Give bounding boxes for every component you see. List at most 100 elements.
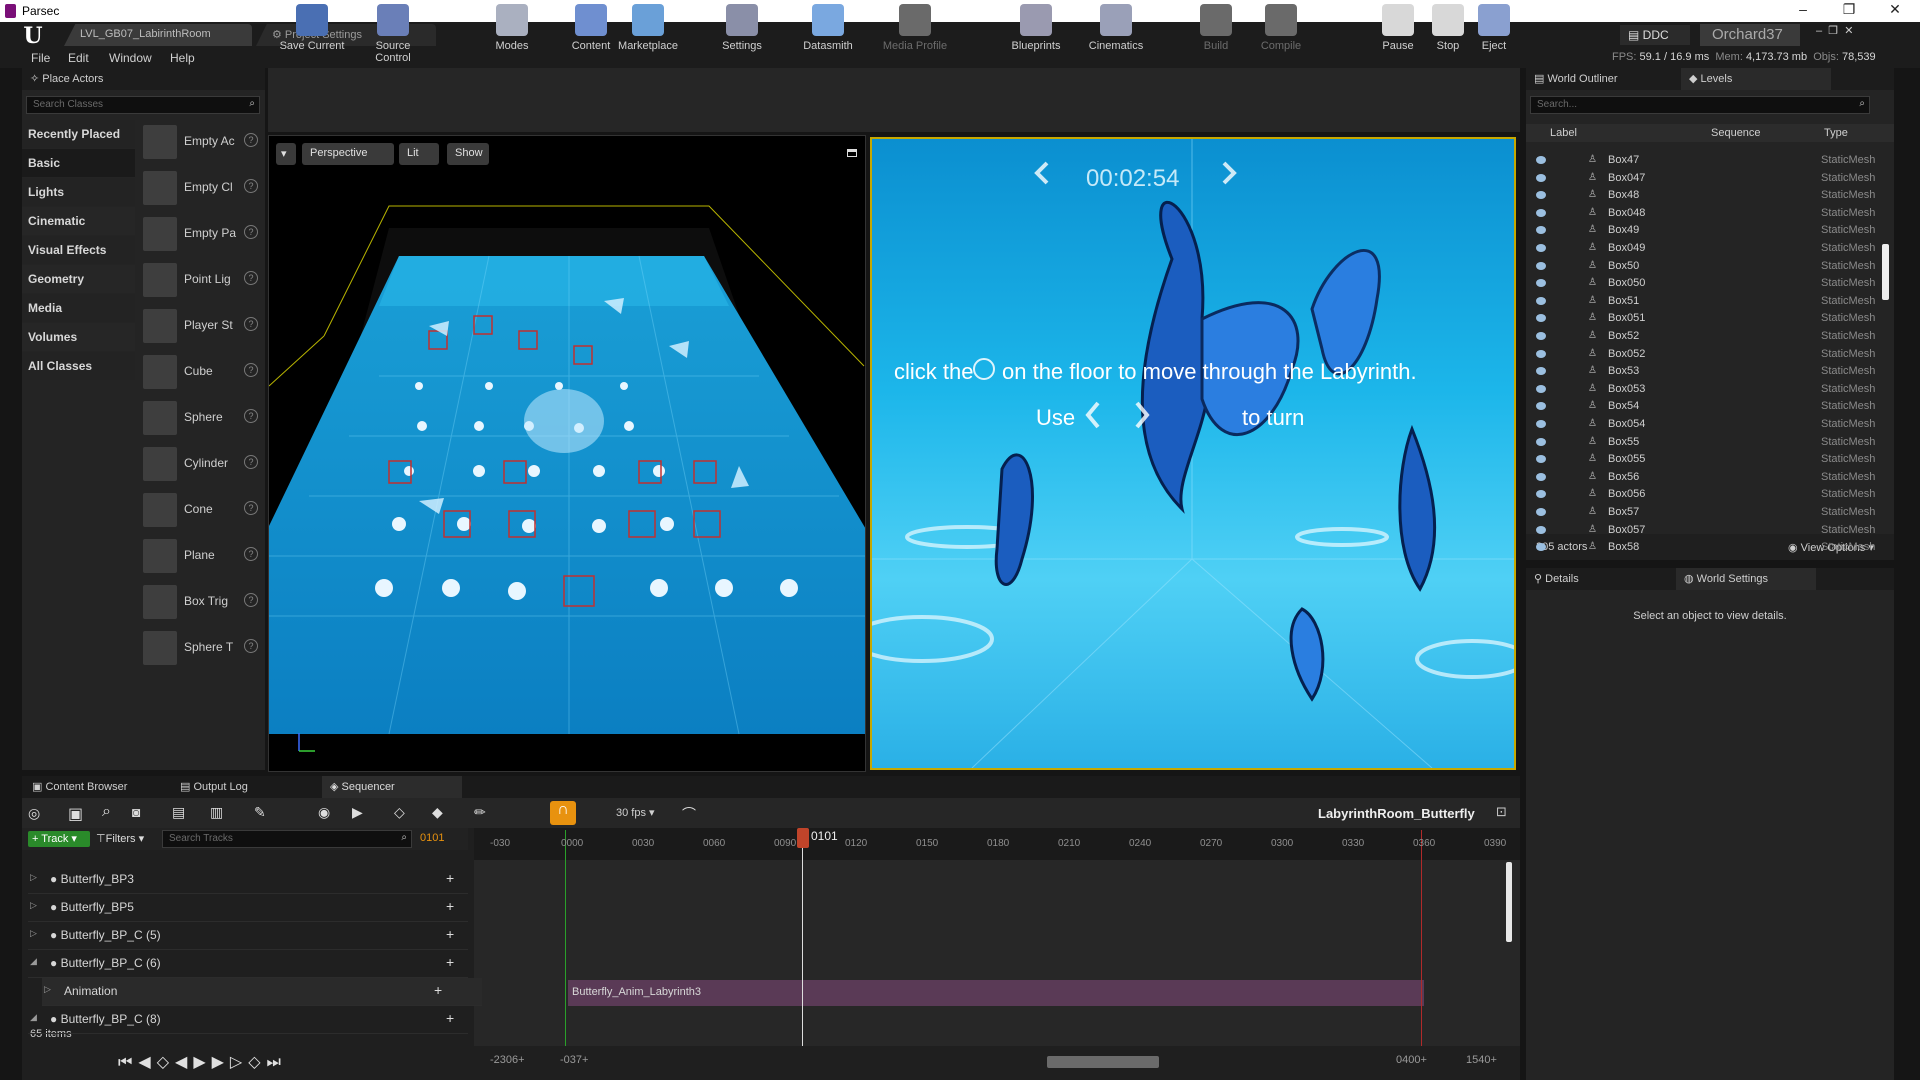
game-viewport[interactable]: 00:02:54 click the on the floor to move … bbox=[870, 137, 1516, 770]
outliner-row[interactable]: ♙ Box053 StaticMesh bbox=[1526, 381, 1894, 399]
toolbar-blueprints-button[interactable]: Blueprints bbox=[1000, 4, 1072, 62]
visibility-eye-icon[interactable] bbox=[1536, 384, 1546, 393]
outliner-row[interactable]: ♙ Box048 StaticMesh bbox=[1526, 205, 1894, 223]
visibility-eye-icon[interactable] bbox=[1536, 244, 1546, 252]
range-end[interactable]: 0400+ bbox=[1396, 1054, 1427, 1066]
sequencer-world-icon[interactable]: ◎ bbox=[28, 805, 40, 822]
range-start[interactable]: -2306+ bbox=[490, 1054, 525, 1066]
visibility-eye-icon[interactable] bbox=[1536, 332, 1546, 340]
outliner-row[interactable]: ♙ Box48 StaticMesh bbox=[1526, 187, 1894, 205]
visibility-eye-icon[interactable] bbox=[1536, 543, 1546, 552]
menu-edit[interactable]: Edit bbox=[68, 51, 89, 65]
visibility-eye-icon[interactable] bbox=[1536, 261, 1546, 270]
outliner-row[interactable]: ♙ Box049 StaticMesh bbox=[1526, 240, 1894, 258]
add-key-icon[interactable]: + bbox=[446, 926, 454, 942]
actor-item[interactable]: Plane? bbox=[140, 534, 262, 578]
actor-item[interactable]: Cube? bbox=[140, 350, 262, 394]
outliner-row[interactable]: ♙ Box47 StaticMesh bbox=[1526, 152, 1894, 170]
toolbar-eject-button[interactable]: Eject bbox=[1458, 4, 1530, 62]
visibility-eye-icon[interactable] bbox=[1536, 437, 1546, 446]
toolbar-cinematics-button[interactable]: Cinematics bbox=[1080, 4, 1152, 62]
col-type[interactable]: Type bbox=[1824, 127, 1848, 139]
curve-editor-icon[interactable]: ⌒ bbox=[682, 804, 696, 824]
outliner-row[interactable]: ♙ Box50 StaticMesh bbox=[1526, 258, 1894, 276]
actor-item[interactable]: Sphere? bbox=[140, 396, 262, 440]
category-0[interactable]: Recently Placed bbox=[22, 120, 135, 148]
ddc-button[interactable]: ▤ DDC bbox=[1620, 25, 1690, 45]
sequencer-track-row[interactable]: ▷ ● Butterfly_BP3 + bbox=[28, 866, 468, 894]
category-1[interactable]: Basic bbox=[22, 149, 135, 177]
toolbar-build-button[interactable]: Build bbox=[1180, 4, 1252, 62]
lit-button[interactable]: Lit bbox=[399, 143, 439, 165]
snap-magnet-icon[interactable]: ∩ bbox=[550, 801, 576, 825]
tab-sequencer[interactable]: ◈ Sequencer bbox=[322, 776, 462, 798]
category-4[interactable]: Visual Effects bbox=[22, 236, 135, 264]
help-icon[interactable]: ? bbox=[244, 271, 258, 285]
render-icon[interactable]: ▤ bbox=[172, 804, 185, 821]
toolbar-media-profile-button[interactable]: Media Profile bbox=[879, 4, 951, 62]
category-8[interactable]: All Classes bbox=[22, 352, 135, 380]
visibility-eye-icon[interactable] bbox=[1536, 402, 1546, 411]
help-icon[interactable]: ? bbox=[244, 455, 258, 469]
visibility-eye-icon[interactable] bbox=[1536, 490, 1546, 499]
tools-icon[interactable]: ✎ bbox=[254, 804, 266, 821]
actor-item[interactable]: Point Lig? bbox=[140, 258, 262, 302]
perspective-button[interactable]: Perspective bbox=[302, 143, 394, 165]
actor-item[interactable]: Cone? bbox=[140, 488, 262, 532]
help-icon[interactable]: ? bbox=[244, 179, 258, 193]
current-frame[interactable]: 0101 bbox=[420, 832, 444, 844]
lock-icon[interactable]: ⊡ bbox=[1496, 804, 1507, 820]
add-key-icon[interactable]: + bbox=[446, 1010, 454, 1026]
category-7[interactable]: Volumes bbox=[22, 323, 135, 351]
snapshot-icon[interactable]: ▥ bbox=[210, 804, 223, 821]
actor-item[interactable]: Cylinder? bbox=[140, 442, 262, 486]
actor-item[interactable]: Box Trig? bbox=[140, 580, 262, 624]
toolbar-compile-button[interactable]: Compile bbox=[1245, 4, 1317, 62]
actor-item[interactable]: Empty Pa? bbox=[140, 212, 262, 256]
help-icon[interactable]: ? bbox=[244, 225, 258, 239]
toolbar-marketplace-button[interactable]: Marketplace bbox=[612, 4, 684, 62]
visibility-eye-icon[interactable] bbox=[1536, 191, 1546, 200]
menu-help[interactable]: Help bbox=[170, 51, 195, 65]
expand-arrow-icon[interactable]: ◢ bbox=[30, 1012, 37, 1023]
sequencer-track-row[interactable]: ▷ ● Butterfly_BP_C (5) + bbox=[28, 922, 468, 950]
outliner-row[interactable]: ♙ Box52 StaticMesh bbox=[1526, 328, 1894, 346]
add-track-button[interactable]: + Track ▾ bbox=[28, 831, 90, 847]
outliner-row[interactable]: ♙ Box51 StaticMesh bbox=[1526, 293, 1894, 311]
tab-levels[interactable]: ◆ Levels bbox=[1681, 68, 1831, 90]
sequencer-track-row[interactable]: ◢ ● Butterfly_BP_C (6) + bbox=[28, 950, 468, 978]
outliner-row[interactable]: ♙ Box49 StaticMesh bbox=[1526, 222, 1894, 240]
outliner-row[interactable]: ♙ Box054 StaticMesh bbox=[1526, 416, 1894, 434]
outliner-row[interactable]: ♙ Box047 StaticMesh bbox=[1526, 170, 1894, 188]
end-range-marker[interactable] bbox=[1421, 830, 1422, 1046]
transport-controls[interactable]: ⏮◀◇◀▶▶▷◇⏭ bbox=[118, 1052, 287, 1072]
tab-world-settings[interactable]: ◍ World Settings bbox=[1676, 568, 1816, 590]
help-icon[interactable]: ? bbox=[244, 409, 258, 423]
outliner-row[interactable]: ♙ Box057 StaticMesh bbox=[1526, 522, 1894, 540]
outliner-search-input[interactable]: Search... ⌕ bbox=[1530, 96, 1870, 114]
search-icon[interactable]: ⌕ bbox=[102, 803, 111, 821]
timeline-hscrollbar[interactable] bbox=[1047, 1056, 1159, 1068]
tab-world-outliner[interactable]: ▤ World Outliner bbox=[1534, 73, 1618, 85]
timeline-tracks[interactable] bbox=[474, 860, 1520, 1046]
help-icon[interactable]: ? bbox=[244, 639, 258, 653]
outliner-row[interactable]: ♙ Box056 StaticMesh bbox=[1526, 486, 1894, 504]
outliner-row[interactable]: ♙ Box050 StaticMesh bbox=[1526, 275, 1894, 293]
eye-icon[interactable]: ◉ bbox=[318, 804, 330, 821]
tab-content-browser[interactable]: ▣ Content Browser bbox=[32, 780, 127, 793]
category-2[interactable]: Lights bbox=[22, 178, 135, 206]
sequencer-track-row[interactable]: ◢ ● Butterfly_BP_C (8) + bbox=[28, 1006, 468, 1034]
actor-item[interactable]: Player St? bbox=[140, 304, 262, 348]
toolbar-save-button[interactable]: Save Current bbox=[276, 4, 348, 62]
editor-window-controls[interactable]: – ❐ ✕ bbox=[1816, 24, 1896, 38]
search-tracks-input[interactable]: Search Tracks ⌕ bbox=[162, 830, 412, 848]
help-icon[interactable]: ? bbox=[244, 363, 258, 377]
start-range-marker[interactable] bbox=[565, 830, 566, 1046]
help-icon[interactable]: ? bbox=[244, 501, 258, 515]
help-icon[interactable]: ? bbox=[244, 133, 258, 147]
animation-section[interactable]: Butterfly_Anim_Labyrinth3 bbox=[568, 980, 1424, 1006]
minimize-icon[interactable]: – bbox=[1788, 1, 1818, 17]
range-end-view[interactable]: 1540+ bbox=[1466, 1054, 1497, 1066]
expand-arrow-icon[interactable]: ▷ bbox=[30, 872, 37, 883]
visibility-eye-icon[interactable] bbox=[1536, 296, 1546, 305]
